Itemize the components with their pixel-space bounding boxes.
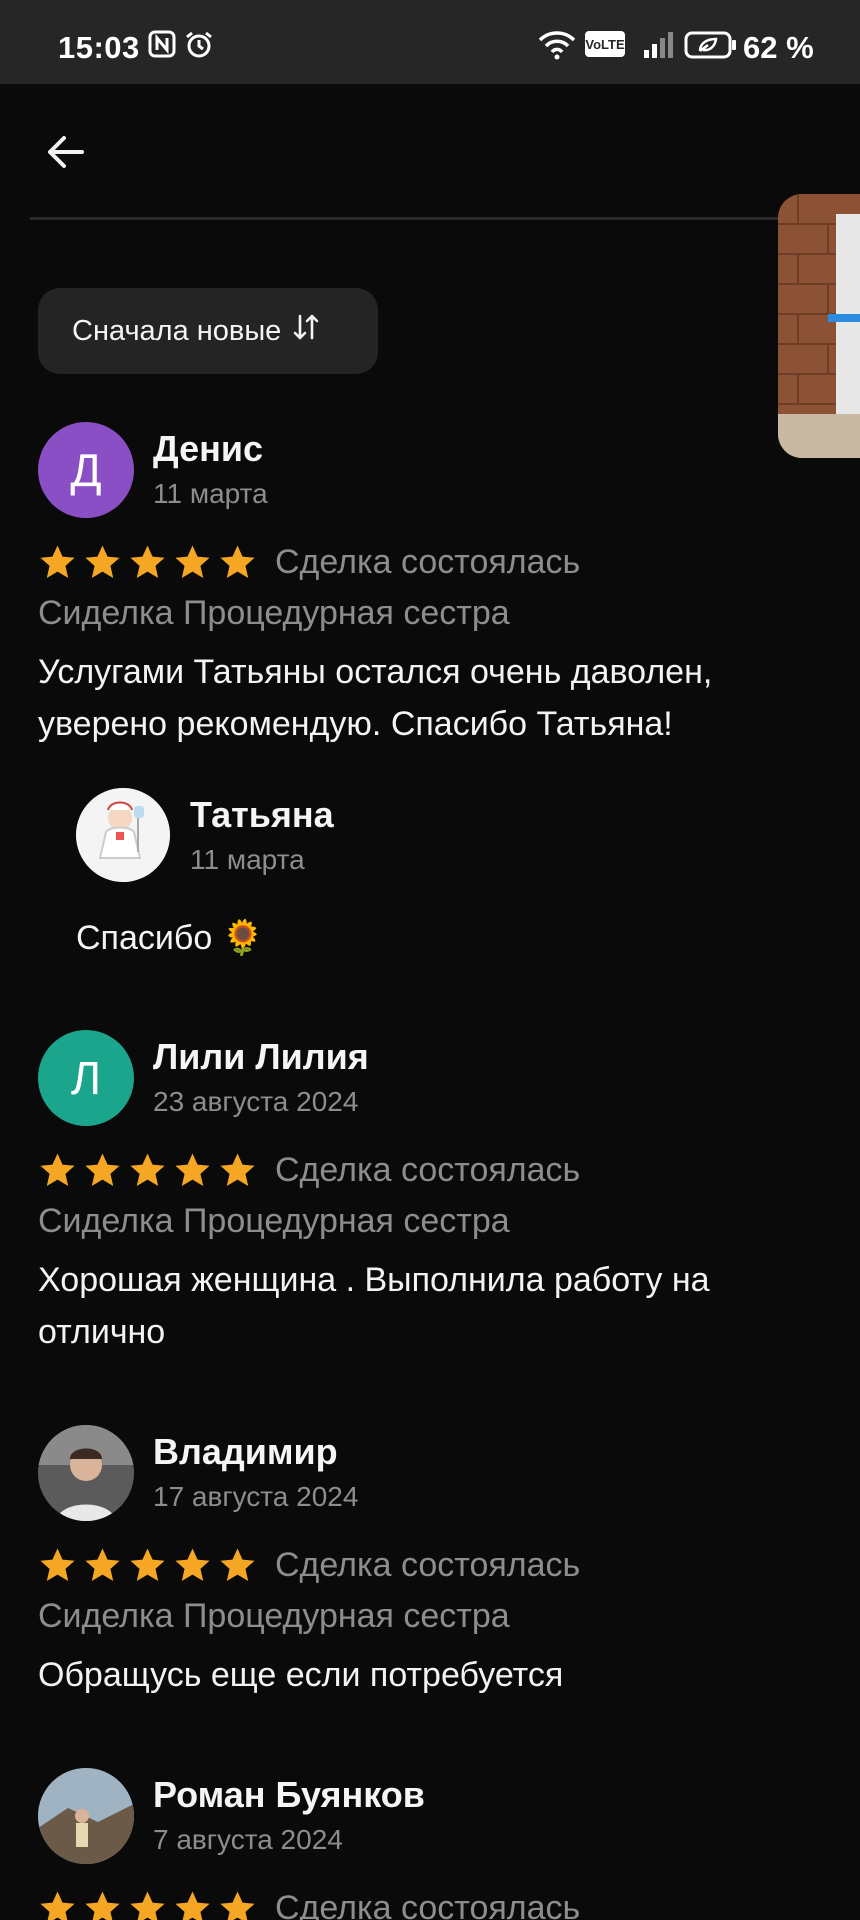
alarm-icon bbox=[186, 31, 212, 58]
deal-status: Сделка состоялась bbox=[275, 542, 581, 581]
service-category: Сиделка Процедурная сестра bbox=[38, 1597, 510, 1635]
sort-label: Сначала новые bbox=[72, 314, 282, 347]
sort-button[interactable]: Сначала новые bbox=[38, 288, 378, 374]
reply-date: 11 марта bbox=[190, 844, 305, 875]
star-rating bbox=[38, 1546, 257, 1585]
review-card: Роман Буянков 7 августа 2024 Сделка сост… bbox=[38, 1768, 798, 1920]
star-icon bbox=[130, 1152, 165, 1186]
service-category: Сиделка Процедурная сестра bbox=[38, 1202, 510, 1240]
photo-thumbnail[interactable] bbox=[778, 194, 860, 458]
review-card: Л Лили Лилия 23 августа 2024 Сделка сост… bbox=[38, 1030, 798, 1360]
reviewer-name: Денис bbox=[153, 428, 264, 469]
deal-status: Сделка состоялась bbox=[275, 1545, 581, 1584]
avatar: Л bbox=[38, 1030, 134, 1126]
star-icon bbox=[40, 544, 75, 578]
header-divider bbox=[30, 217, 780, 220]
battery-percent: 62 % bbox=[743, 30, 814, 65]
star-rating bbox=[38, 1151, 257, 1190]
star-icon bbox=[85, 1547, 120, 1581]
signal-icon bbox=[644, 32, 673, 58]
star-icon bbox=[175, 544, 210, 578]
owner-reply: Татьяна 11 марта Спасибо 🌻 bbox=[76, 788, 776, 968]
review-date: 23 августа 2024 bbox=[153, 1086, 359, 1117]
reply-author-name: Татьяна bbox=[190, 794, 334, 835]
volte-icon: VoLTE bbox=[585, 31, 625, 57]
deal-status: Сделка состоялась bbox=[275, 1150, 581, 1189]
rating-row: Сделка состоялась bbox=[38, 1886, 580, 1920]
review-text: Хорошая женщина . Выполнила работу на от… bbox=[38, 1261, 710, 1351]
review-date: 11 марта bbox=[153, 478, 268, 509]
sort-arrows-icon bbox=[291, 312, 321, 350]
star-icon bbox=[220, 1890, 255, 1920]
avatar bbox=[38, 1768, 134, 1864]
star-icon bbox=[130, 544, 165, 578]
avatar: Д bbox=[38, 422, 134, 518]
star-icon bbox=[220, 1547, 255, 1581]
rating-row: Сделка состоялась bbox=[38, 1148, 580, 1192]
rating-row: Сделка состоялась bbox=[38, 540, 580, 584]
battery-saver-icon bbox=[684, 31, 736, 59]
star-icon bbox=[40, 1547, 75, 1581]
review-date: 17 августа 2024 bbox=[153, 1481, 359, 1512]
avatar bbox=[38, 1425, 134, 1521]
reviewer-name: Роман Буянков bbox=[153, 1774, 425, 1815]
reviewer-name: Владимир bbox=[153, 1431, 338, 1472]
deal-status: Сделка состоялась bbox=[275, 1888, 581, 1920]
star-icon bbox=[130, 1890, 165, 1920]
star-icon bbox=[175, 1890, 210, 1920]
review-card: Д Денис 11 марта Сделка состоялась Сидел… bbox=[38, 422, 798, 962]
nurse-avatar-icon bbox=[76, 788, 170, 882]
nfc-icon bbox=[148, 30, 176, 58]
star-rating bbox=[38, 543, 257, 582]
star-icon bbox=[85, 1152, 120, 1186]
star-icon bbox=[220, 1152, 255, 1186]
svg-text:VoLTE: VoLTE bbox=[585, 37, 625, 52]
star-rating bbox=[38, 1889, 257, 1920]
star-icon bbox=[85, 544, 120, 578]
user-photo-icon bbox=[38, 1768, 134, 1864]
star-icon bbox=[85, 1890, 120, 1920]
status-bar: 15:03 VoLTE 62 % bbox=[0, 0, 860, 84]
avatar bbox=[76, 788, 170, 882]
user-photo-icon bbox=[38, 1425, 134, 1521]
star-icon bbox=[40, 1152, 75, 1186]
star-icon bbox=[175, 1547, 210, 1581]
service-category: Сиделка Процедурная сестра bbox=[38, 594, 510, 632]
star-icon bbox=[40, 1890, 75, 1920]
status-time: 15:03 bbox=[58, 30, 140, 65]
arrow-left-icon[interactable] bbox=[38, 124, 94, 180]
rating-row: Сделка состоялась bbox=[38, 1543, 580, 1587]
review-text: Услугами Татьяны остался очень даволен, … bbox=[38, 653, 713, 743]
star-icon bbox=[220, 544, 255, 578]
review-card: Владимир 17 августа 2024 Сделка состояла… bbox=[38, 1425, 798, 1715]
reply-text: Спасибо 🌻 bbox=[76, 919, 265, 957]
star-icon bbox=[130, 1547, 165, 1581]
review-date: 7 августа 2024 bbox=[153, 1824, 343, 1855]
wifi-icon bbox=[538, 31, 576, 60]
review-text: Обращусь еще если потребуется bbox=[38, 1656, 564, 1694]
star-icon bbox=[175, 1152, 210, 1186]
reviewer-name: Лили Лилия bbox=[153, 1036, 369, 1077]
